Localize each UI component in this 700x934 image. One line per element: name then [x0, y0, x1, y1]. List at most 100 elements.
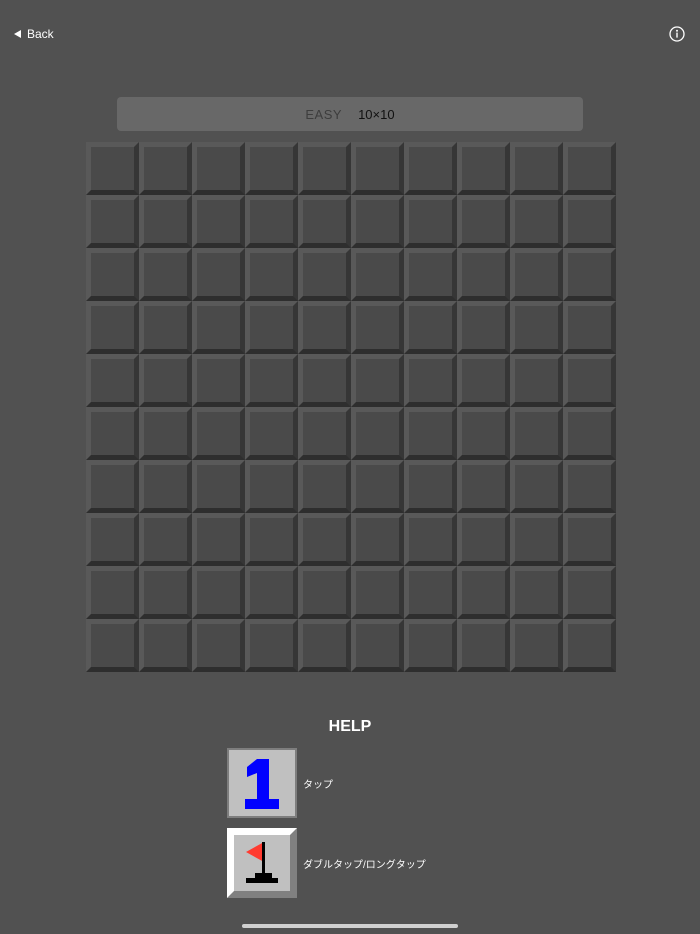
board-cell[interactable]	[351, 619, 404, 672]
board-cell[interactable]	[351, 407, 404, 460]
board-cell[interactable]	[298, 248, 351, 301]
board-cell[interactable]	[86, 248, 139, 301]
board-cell[interactable]	[298, 195, 351, 248]
board-cell[interactable]	[192, 407, 245, 460]
board-cell[interactable]	[457, 301, 510, 354]
board-cell[interactable]	[404, 460, 457, 513]
board-cell[interactable]	[139, 354, 192, 407]
board-cell[interactable]	[245, 407, 298, 460]
board-cell[interactable]	[351, 460, 404, 513]
board-cell[interactable]	[404, 195, 457, 248]
board-cell[interactable]	[245, 248, 298, 301]
board-cell[interactable]	[245, 301, 298, 354]
board-cell[interactable]	[139, 566, 192, 619]
board-cell[interactable]	[404, 566, 457, 619]
board-cell[interactable]	[563, 195, 616, 248]
board-cell[interactable]	[351, 195, 404, 248]
board-cell[interactable]	[510, 142, 563, 195]
board-cell[interactable]	[192, 248, 245, 301]
board-cell[interactable]	[192, 460, 245, 513]
board-cell[interactable]	[192, 195, 245, 248]
board-cell[interactable]	[139, 248, 192, 301]
board-cell[interactable]	[457, 354, 510, 407]
board-cell[interactable]	[298, 407, 351, 460]
board-cell[interactable]	[245, 354, 298, 407]
board-cell[interactable]	[510, 407, 563, 460]
board-cell[interactable]	[457, 142, 510, 195]
board-cell[interactable]	[192, 566, 245, 619]
board-cell[interactable]	[457, 460, 510, 513]
board-cell[interactable]	[245, 513, 298, 566]
board-cell[interactable]	[139, 407, 192, 460]
level-indicator[interactable]: EASY 10×10	[117, 97, 583, 131]
board-cell[interactable]	[404, 619, 457, 672]
board-cell[interactable]	[86, 619, 139, 672]
board-cell[interactable]	[563, 354, 616, 407]
board-cell[interactable]	[298, 513, 351, 566]
board-cell[interactable]	[298, 619, 351, 672]
board-cell[interactable]	[86, 354, 139, 407]
board-cell[interactable]	[245, 195, 298, 248]
board-cell[interactable]	[298, 460, 351, 513]
board-cell[interactable]	[404, 248, 457, 301]
board-cell[interactable]	[192, 354, 245, 407]
board-cell[interactable]	[457, 619, 510, 672]
board-cell[interactable]	[351, 301, 404, 354]
board-cell[interactable]	[563, 301, 616, 354]
board-cell[interactable]	[192, 513, 245, 566]
board-cell[interactable]	[404, 354, 457, 407]
board-cell[interactable]	[139, 619, 192, 672]
board-cell[interactable]	[245, 460, 298, 513]
board-cell[interactable]	[510, 301, 563, 354]
board-cell[interactable]	[457, 566, 510, 619]
board-cell[interactable]	[245, 566, 298, 619]
board-cell[interactable]	[351, 142, 404, 195]
board-cell[interactable]	[86, 195, 139, 248]
board-cell[interactable]	[86, 513, 139, 566]
board-cell[interactable]	[510, 354, 563, 407]
board-cell[interactable]	[563, 566, 616, 619]
board-cell[interactable]	[563, 142, 616, 195]
board-cell[interactable]	[298, 354, 351, 407]
board-cell[interactable]	[139, 195, 192, 248]
board-cell[interactable]	[245, 142, 298, 195]
board-cell[interactable]	[404, 513, 457, 566]
board-cell[interactable]	[192, 301, 245, 354]
board-cell[interactable]	[563, 513, 616, 566]
board-cell[interactable]	[245, 619, 298, 672]
board-cell[interactable]	[457, 195, 510, 248]
board-cell[interactable]	[139, 513, 192, 566]
board-cell[interactable]	[563, 619, 616, 672]
board-cell[interactable]	[563, 460, 616, 513]
board-cell[interactable]	[298, 301, 351, 354]
board-cell[interactable]	[351, 566, 404, 619]
board-cell[interactable]	[457, 513, 510, 566]
board-cell[interactable]	[563, 407, 616, 460]
board-cell[interactable]	[351, 513, 404, 566]
board-cell[interactable]	[510, 460, 563, 513]
board-cell[interactable]	[139, 460, 192, 513]
board-cell[interactable]	[510, 566, 563, 619]
board-cell[interactable]	[86, 142, 139, 195]
board-cell[interactable]	[298, 142, 351, 195]
board-cell[interactable]	[86, 460, 139, 513]
board-cell[interactable]	[510, 195, 563, 248]
info-button[interactable]	[669, 26, 685, 42]
board-cell[interactable]	[192, 619, 245, 672]
board-cell[interactable]	[510, 248, 563, 301]
board-cell[interactable]	[139, 142, 192, 195]
board-cell[interactable]	[510, 513, 563, 566]
board-cell[interactable]	[351, 354, 404, 407]
board-cell[interactable]	[86, 566, 139, 619]
board-cell[interactable]	[563, 248, 616, 301]
board-cell[interactable]	[404, 407, 457, 460]
board-cell[interactable]	[404, 301, 457, 354]
board-cell[interactable]	[457, 407, 510, 460]
board-cell[interactable]	[139, 301, 192, 354]
board-cell[interactable]	[404, 142, 457, 195]
board-cell[interactable]	[510, 619, 563, 672]
board-cell[interactable]	[86, 301, 139, 354]
board-cell[interactable]	[298, 566, 351, 619]
board-cell[interactable]	[86, 407, 139, 460]
board-cell[interactable]	[457, 248, 510, 301]
